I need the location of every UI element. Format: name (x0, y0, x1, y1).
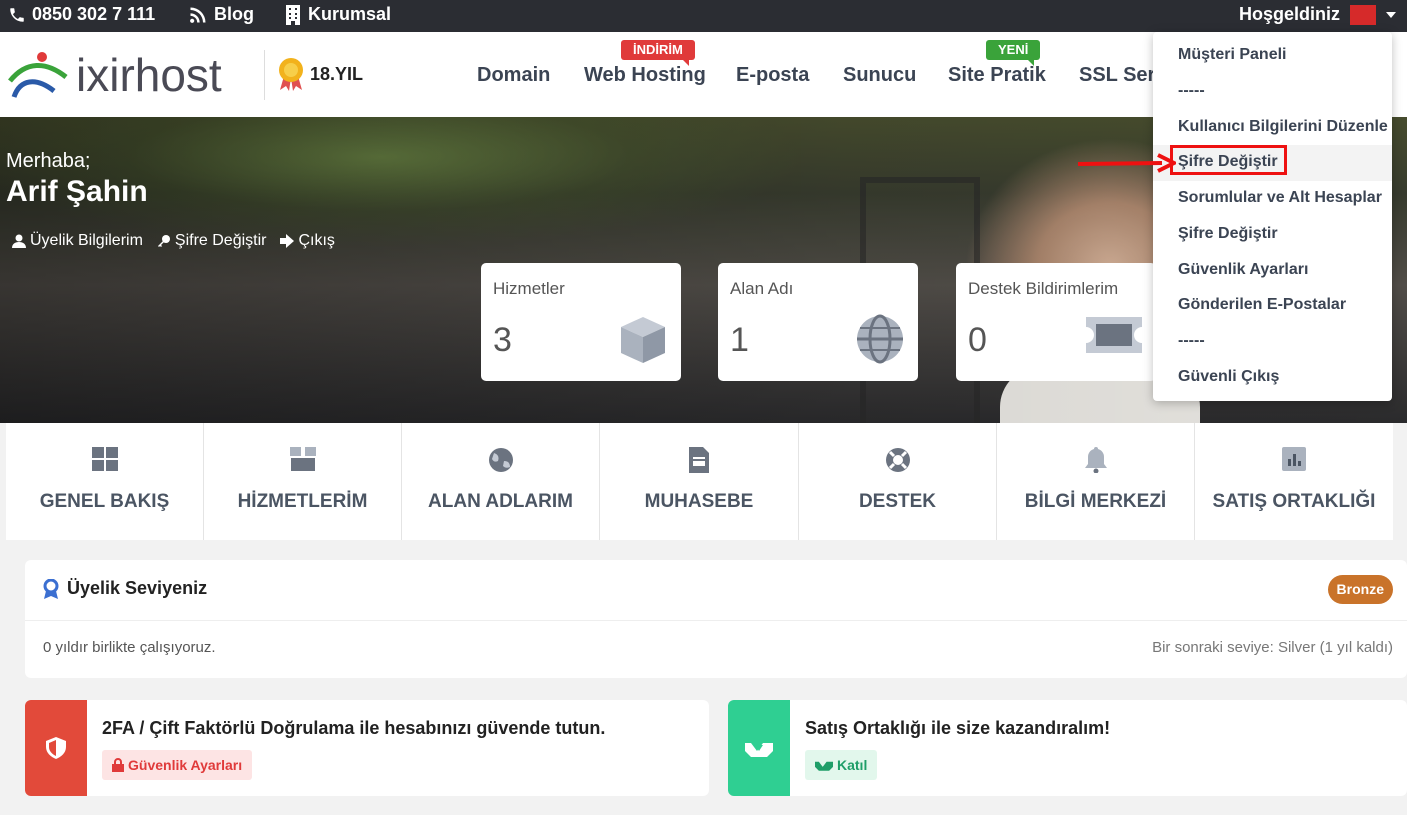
logo-mark-icon (8, 52, 68, 98)
tag-discount: İNDİRİM (621, 40, 695, 66)
blog-label: Blog (214, 4, 254, 24)
lock-icon (112, 758, 124, 772)
menu-domains[interactable]: ALAN ADLARIM (402, 423, 600, 540)
menu-overview[interactable]: GENEL BAKIŞ (6, 423, 204, 540)
phone-link[interactable]: 0850 302 7 111 (8, 4, 155, 25)
nav-site-pratik[interactable]: Site Pratik (948, 64, 1046, 87)
award-icon (43, 578, 59, 599)
chevron-down-icon (1386, 11, 1397, 18)
blog-link[interactable]: Blog (188, 4, 254, 25)
twofa-promo: 2FA / Çift Faktörlü Doğrulama ile hesabı… (25, 700, 709, 796)
shield-icon (46, 737, 66, 759)
security-settings-button[interactable]: Güvenlik Ayarları (102, 750, 253, 780)
header-divider (264, 50, 265, 100)
nav-server[interactable]: Sunucu (843, 64, 916, 87)
stat-card-domains[interactable]: Alan Adı 1 (718, 263, 918, 381)
dropdown-item-edit-profile[interactable]: Kullanıcı Bilgilerini Düzenle (1178, 118, 1388, 136)
menu-support[interactable]: DESTEK (799, 423, 997, 540)
building-icon (286, 4, 300, 25)
logo-text: ixirhost (76, 49, 222, 101)
corporate-link[interactable]: Kurumsal (284, 4, 391, 25)
handshake-small-icon (815, 761, 833, 771)
logout-link[interactable]: Çıkış (280, 232, 335, 250)
profile-link[interactable]: Üyelik Bilgilerim (12, 232, 143, 250)
user-name: Arif Şahin (6, 175, 148, 208)
dropdown-item-security[interactable]: Güvenlik Ayarları (1178, 261, 1308, 279)
nav-web-hosting[interactable]: Web Hosting (584, 64, 706, 87)
stat-card-tickets[interactable]: Destek Bildirimlerim 0 (956, 263, 1156, 381)
key-icon (157, 235, 170, 247)
life-ring-icon (885, 448, 910, 472)
user-icon (12, 234, 26, 248)
sign-out-icon (280, 234, 295, 248)
stat-title: Alan Adı (730, 279, 794, 298)
nav-email[interactable]: E-posta (736, 64, 809, 87)
top-bar: 0850 302 7 111 Blog Kurumsal Hoşgeldiniz (0, 0, 1407, 32)
membership-next-level: Bir sonraki seviye: Silver (1 yıl kaldı) (1152, 639, 1393, 656)
pointer-arrow-icon (1077, 153, 1176, 173)
tag-new: YENİ (986, 40, 1041, 66)
rss-icon (190, 7, 206, 23)
dropdown-item-contacts[interactable]: Sorumlular ve Alt Hesaplar (1178, 189, 1382, 207)
dropdown-item-logout[interactable]: Güvenli Çıkış (1178, 368, 1279, 386)
earth-icon (488, 448, 513, 472)
user-dropdown-menu: Müşteri Paneli ----- Kullanıcı Bilgileri… (1153, 32, 1392, 401)
affiliate-side (728, 700, 790, 796)
nav-ssl[interactable]: SSL Sert (1079, 64, 1162, 87)
greeting: Merhaba; (6, 150, 91, 172)
medal-icon (279, 58, 303, 91)
handshake-icon (745, 743, 773, 757)
password-link[interactable]: Şifre Değiştir (157, 232, 266, 250)
dropdown-item-sent-emails[interactable]: Gönderilen E-Postalar (1178, 296, 1346, 314)
membership-header: Üyelik Seviyeniz (43, 578, 207, 599)
dropdown-divider-2: ----- (1178, 332, 1205, 349)
dropdown-item-customer-panel[interactable]: Müşteri Paneli (1178, 46, 1286, 64)
membership-title: Üyelik Seviyeniz (67, 578, 208, 598)
nav-domain[interactable]: Domain (477, 64, 550, 87)
phone-number: 0850 302 7 111 (32, 4, 156, 24)
year-badge: 18.YIL (276, 56, 363, 92)
bar-chart-icon (1282, 447, 1306, 471)
bell-icon (1084, 447, 1107, 473)
stat-card-services[interactable]: Hizmetler 3 (481, 263, 681, 381)
stat-title: Hizmetler (493, 279, 565, 298)
affiliate-text: Satış Ortaklığı ile size kazandıralım! (805, 718, 1111, 738)
dropdown-item-change-password-2[interactable]: Şifre Değiştir (1178, 225, 1278, 243)
menu-affiliate[interactable]: SATIŞ ORTAKLIĞI (1195, 423, 1393, 540)
box-icon (621, 317, 665, 363)
phone-icon (10, 7, 24, 22)
archive-icon (289, 447, 316, 471)
corporate-label: Kurumsal (308, 4, 392, 24)
membership-years: 0 yıldır birlikte çalışıyoruz. (43, 639, 216, 656)
dropdown-divider: ----- (1178, 82, 1205, 99)
stat-value: 3 (493, 321, 512, 359)
stat-value: 0 (968, 321, 987, 359)
user-links: Üyelik Bilgilerim Şifre Değiştir Çıkış (12, 232, 335, 250)
stat-value: 1 (730, 321, 749, 359)
site-logo[interactable]: ixirhost (6, 46, 222, 104)
twofa-text: 2FA / Çift Faktörlü Doğrulama ile hesabı… (102, 718, 606, 738)
welcome-label: Hoşgeldiniz (1239, 4, 1341, 24)
grid-icon (91, 447, 118, 471)
membership-level-badge: Bronze (1327, 575, 1393, 604)
stat-title: Destek Bildirimlerim (968, 279, 1119, 298)
user-menu-toggle[interactable]: Hoşgeldiniz (1239, 4, 1397, 25)
globe-icon (857, 314, 903, 364)
twofa-side (25, 700, 87, 796)
user-flag-icon (1350, 4, 1377, 25)
join-button[interactable]: Katıl (805, 750, 878, 780)
menu-accounting[interactable]: MUHASEBE (600, 423, 799, 540)
membership-panel: Üyelik Seviyeniz Bronze 0 yıldır birlikt… (25, 560, 1407, 678)
affiliate-promo: Satış Ortaklığı ile size kazandıralım! K… (728, 700, 1407, 796)
menu-knowledge-base[interactable]: BİLGİ MERKEZİ (997, 423, 1195, 540)
invoice-icon (689, 447, 709, 473)
panel-divider (25, 620, 1407, 621)
menu-services[interactable]: HİZMETLERİM (204, 423, 402, 540)
main-menu: GENEL BAKIŞ HİZMETLERİM ALAN ADLARIM MUH… (0, 423, 1407, 540)
ticket-icon (1086, 317, 1142, 353)
year-text: 18.YIL (310, 63, 364, 84)
highlight-box (1170, 145, 1287, 175)
